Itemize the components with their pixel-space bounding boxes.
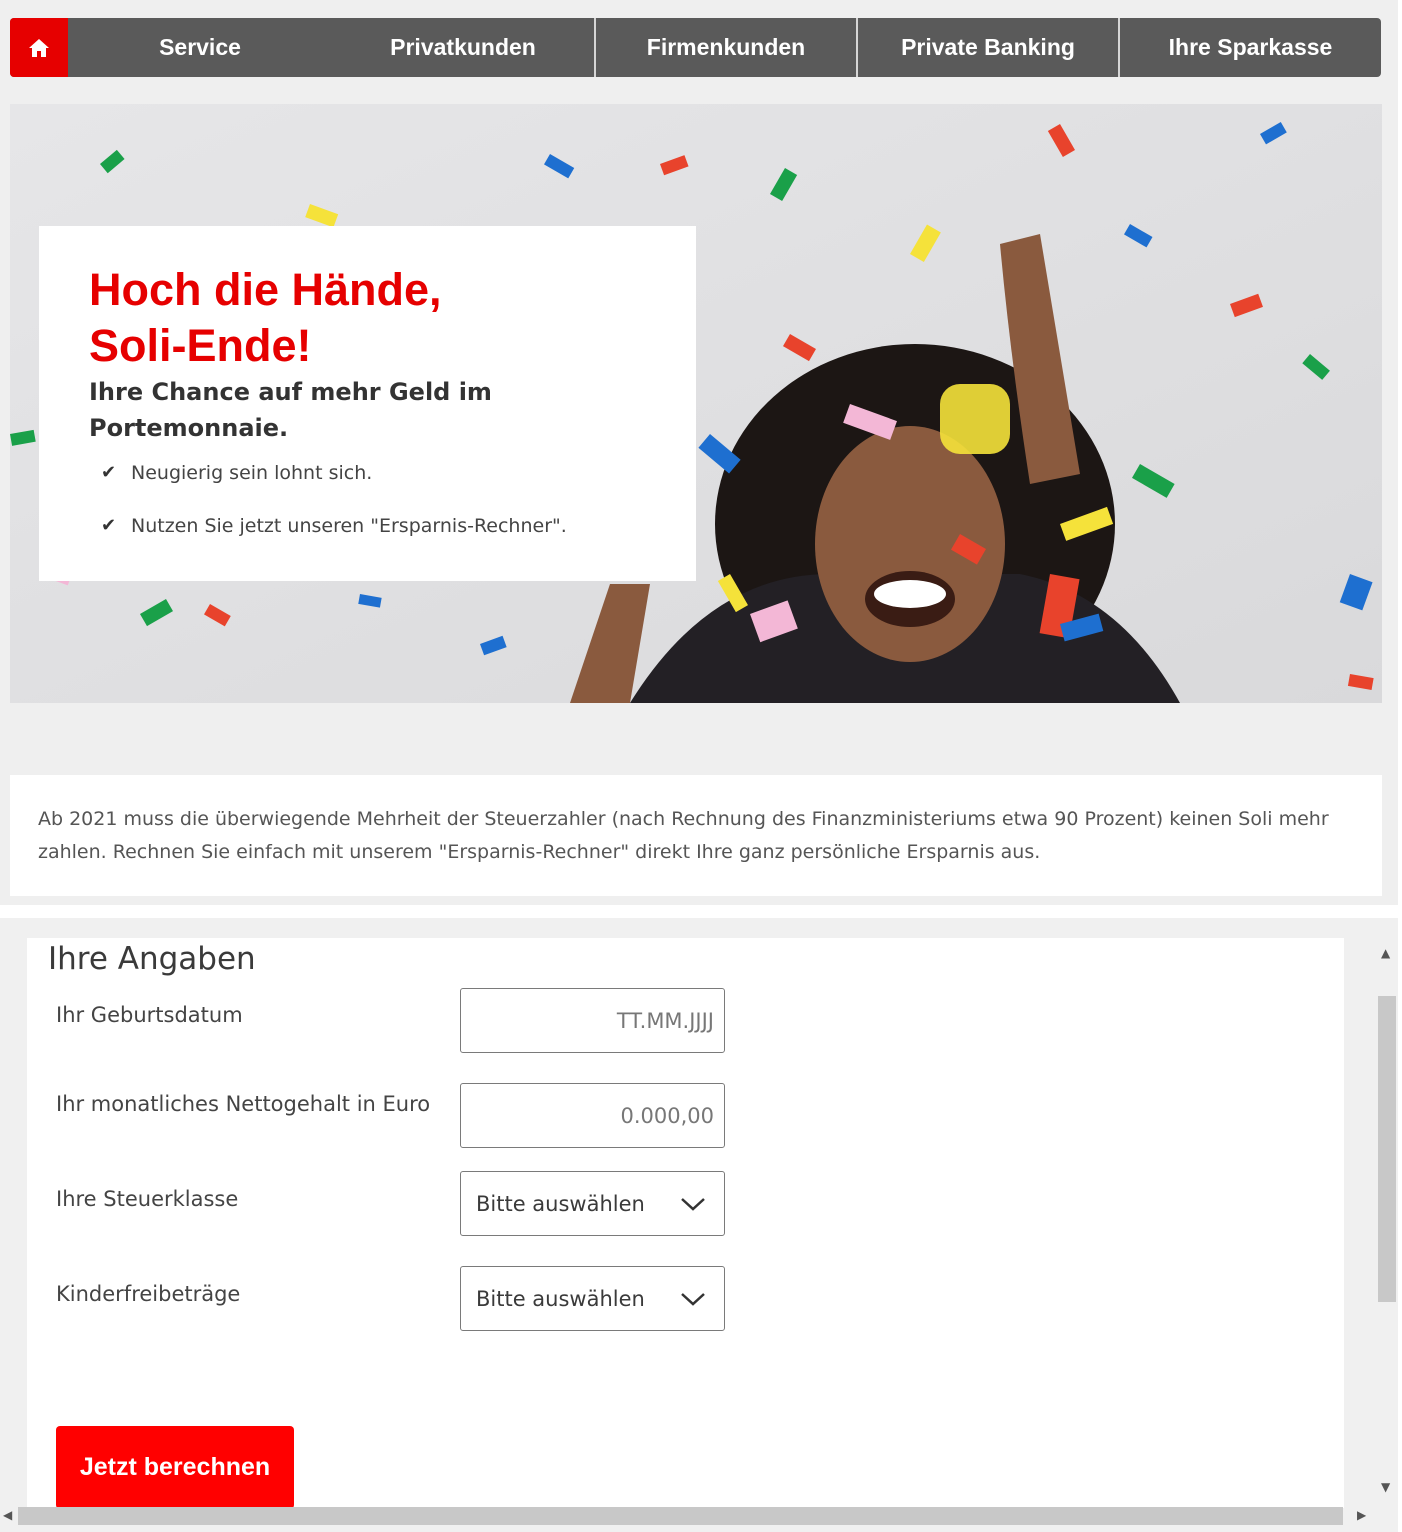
scroll-up-icon[interactable]: ▲ xyxy=(1381,946,1390,960)
birthdate-label: Ihr Geburtsdatum xyxy=(56,1003,243,1027)
nav-item-service[interactable]: Service xyxy=(68,18,332,77)
child-allowance-label: Kinderfreibeträge xyxy=(56,1282,241,1306)
intro-text: Ab 2021 muss die überwiegende Mehrheit d… xyxy=(38,808,1329,863)
nav-item-private-banking[interactable]: Private Banking xyxy=(856,18,1118,77)
bullet-text: Neugierig sein lohnt sich. xyxy=(131,462,373,484)
home-icon xyxy=(29,38,49,57)
hero-headline-line2: Soli-Ende! xyxy=(89,320,312,371)
nav-item-ihre-sparkasse[interactable]: Ihre Sparkasse xyxy=(1118,18,1381,77)
scrollbar-thumb[interactable] xyxy=(18,1507,1343,1525)
list-item: ✔ Neugierig sein lohnt sich. xyxy=(101,462,567,515)
nav-item-firmenkunden[interactable]: Firmenkunden xyxy=(594,18,856,77)
promo-box: Hoch die Hände, Soli-Ende! Ihre Chance a… xyxy=(39,226,696,581)
scroll-down-icon[interactable]: ▼ xyxy=(1381,1480,1390,1494)
checkmark-icon: ✔ xyxy=(101,462,117,483)
calculator-frame: Ihre Angaben Ihr Geburtsdatum Ihr monatl… xyxy=(0,918,1398,1532)
calculate-button[interactable]: Jetzt berechnen xyxy=(56,1426,294,1509)
chevron-down-icon xyxy=(681,1197,705,1211)
child-allowance-selected: Bitte auswählen xyxy=(476,1286,645,1311)
calculator-form: Ihre Angaben Ihr Geburtsdatum Ihr monatl… xyxy=(27,938,1344,1509)
intro-box: Ab 2021 muss die überwiegende Mehrheit d… xyxy=(10,775,1382,896)
checkmark-icon: ✔ xyxy=(101,515,117,536)
hero-headline-line1: Hoch die Hände, xyxy=(89,264,442,315)
tax-class-select[interactable]: Bitte auswählen xyxy=(460,1171,725,1236)
salary-label: Ihr monatliches Nettogehalt in Euro xyxy=(56,1092,431,1116)
hero-bullet-list: ✔ Neugierig sein lohnt sich. ✔ Nutzen Si… xyxy=(101,462,567,568)
hero-subheadline: Ihre Chance auf mehr Geld im Portemonnai… xyxy=(89,378,492,442)
scrollbar-thumb[interactable] xyxy=(1378,996,1396,1302)
bullet-text: Nutzen Sie jetzt unseren "Ersparnis-Rech… xyxy=(131,515,567,537)
salary-input[interactable] xyxy=(460,1083,725,1148)
nav-item-privatkunden[interactable]: Privatkunden xyxy=(332,18,594,77)
main-navigation: Service Privatkunden Firmenkunden Privat… xyxy=(10,18,1381,77)
page-top-section: Service Privatkunden Firmenkunden Privat… xyxy=(0,0,1398,905)
child-allowance-select[interactable]: Bitte auswählen xyxy=(460,1266,725,1331)
list-item: ✔ Nutzen Sie jetzt unseren "Ersparnis-Re… xyxy=(101,515,567,568)
birthdate-input[interactable] xyxy=(460,988,725,1053)
form-title: Ihre Angaben xyxy=(48,941,256,977)
vertical-scrollbar[interactable]: ▲ ▼ xyxy=(1376,942,1398,1502)
chevron-down-icon xyxy=(681,1292,705,1306)
tax-class-label: Ihre Steuerklasse xyxy=(56,1187,239,1211)
tax-class-selected: Bitte auswählen xyxy=(476,1191,645,1216)
horizontal-scrollbar[interactable]: ◀ ▶ xyxy=(0,1505,1376,1527)
hero-headline: Hoch die Hände, Soli-Ende! xyxy=(89,262,649,374)
hero-banner: Hoch die Hände, Soli-Ende! Ihre Chance a… xyxy=(10,104,1382,703)
home-button[interactable] xyxy=(10,18,68,77)
scroll-right-icon[interactable]: ▶ xyxy=(1357,1508,1366,1522)
scroll-left-icon[interactable]: ◀ xyxy=(3,1508,12,1522)
